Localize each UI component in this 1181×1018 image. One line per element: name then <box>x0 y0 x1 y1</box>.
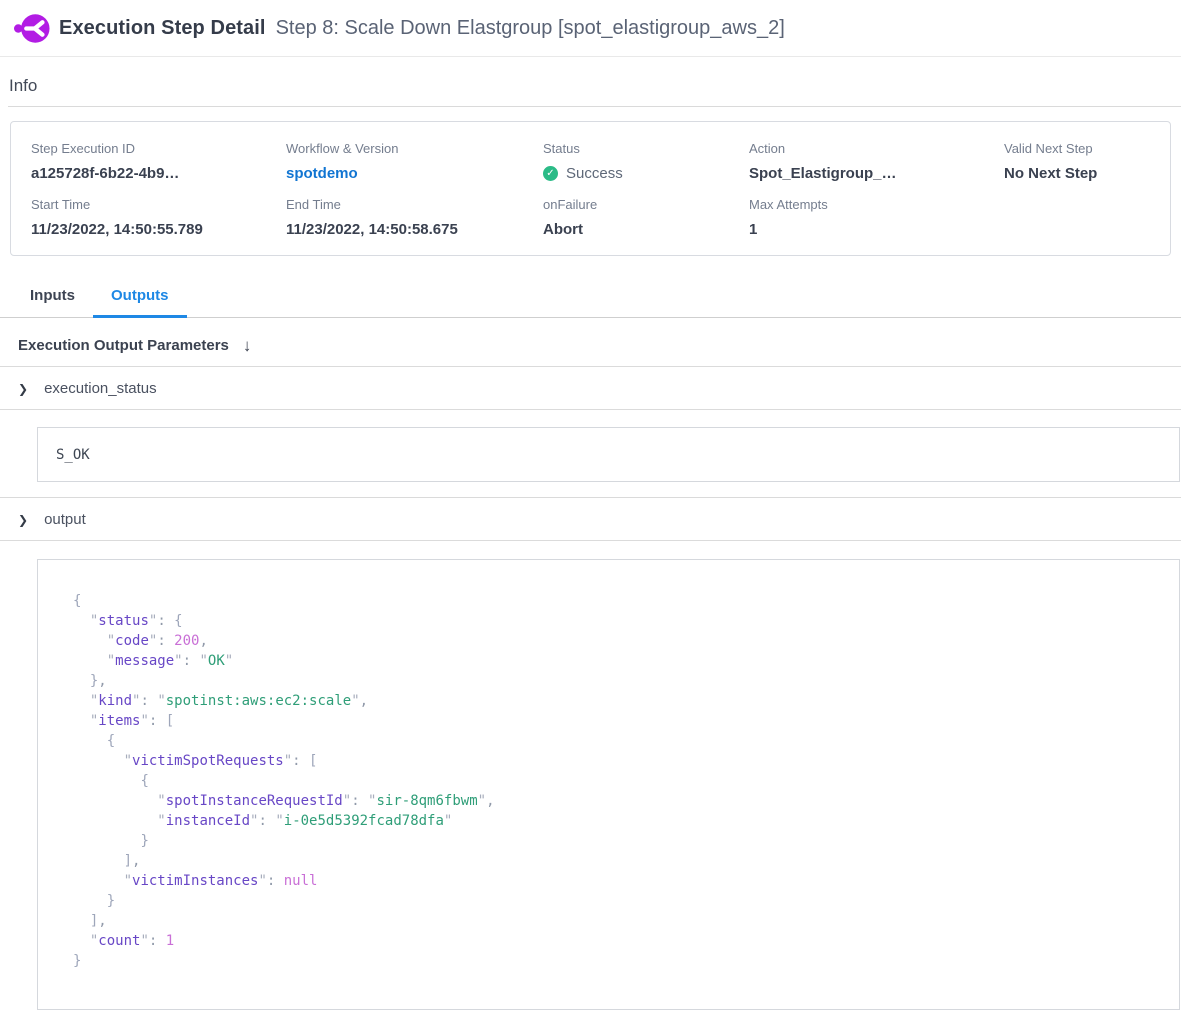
field-label: Start Time <box>31 197 286 212</box>
execution-status-value-box: S_OK <box>37 427 1180 482</box>
output-json-box: { "status": { "code": 200, "message": "O… <box>37 559 1180 1010</box>
field-value: 11/23/2022, 14:50:55.789 <box>31 221 286 238</box>
field-value: No Next Step <box>1004 165 1150 182</box>
field-value: Spot_Elastigroup_… <box>749 165 1004 182</box>
info-field-action: Action Spot_Elastigroup_… <box>749 141 1004 182</box>
info-field-valid-next-step: Valid Next Step No Next Step <box>1004 141 1150 182</box>
field-label: onFailure <box>543 197 749 212</box>
field-label: Valid Next Step <box>1004 141 1150 156</box>
info-field-onfailure: onFailure Abort <box>543 197 749 238</box>
workflow-link[interactable]: spotdemo <box>286 165 543 182</box>
page-subtitle: Step 8: Scale Down Elastgroup [spot_elas… <box>276 17 785 40</box>
tab-outputs[interactable]: Outputs <box>93 277 187 318</box>
field-value: Abort <box>543 221 749 238</box>
param-name: execution_status <box>44 380 157 397</box>
execution-status-value: S_OK <box>56 447 90 463</box>
expander-output[interactable]: ❯ output <box>0 498 1181 541</box>
info-field-end-time: End Time 11/23/2022, 14:50:58.675 <box>286 197 543 238</box>
info-field-empty <box>1004 197 1150 238</box>
field-value: a125728f-6b22-4b9… <box>31 165 286 182</box>
info-card: Step Execution ID a125728f-6b22-4b9… Wor… <box>10 121 1171 256</box>
execution-output-parameters-title: Execution Output Parameters <box>18 337 229 354</box>
output-json-viewer: { "status": { "code": 200, "message": "O… <box>73 591 1169 971</box>
field-value: 11/23/2022, 14:50:58.675 <box>286 221 543 238</box>
chevron-right-icon: ❯ <box>18 382 28 396</box>
field-label: Status <box>543 141 749 156</box>
download-icon[interactable]: ↓ <box>243 337 252 354</box>
field-label: Workflow & Version <box>286 141 543 156</box>
info-field-start-time: Start Time 11/23/2022, 14:50:55.789 <box>31 197 286 238</box>
tab-inputs[interactable]: Inputs <box>12 277 93 318</box>
status-text: Success <box>566 165 623 182</box>
tabs-bar: Inputs Outputs <box>0 277 1181 318</box>
success-check-icon: ✓ <box>543 166 558 181</box>
info-field-status: Status ✓ Success <box>543 141 749 182</box>
field-label: Max Attempts <box>749 197 1004 212</box>
param-name: output <box>44 511 86 528</box>
page-header: Execution Step Detail Step 8: Scale Down… <box>0 0 1181 57</box>
info-field-max-attempts: Max Attempts 1 <box>749 197 1004 238</box>
spot-logo-icon <box>14 13 50 44</box>
info-field-workflow-version: Workflow & Version spotdemo <box>286 141 543 182</box>
chevron-right-icon: ❯ <box>18 513 28 527</box>
page-title: Execution Step Detail <box>59 17 266 40</box>
execution-output-parameters-header: Execution Output Parameters ↓ <box>0 318 1181 367</box>
field-label: Action <box>749 141 1004 156</box>
info-section-title: Info <box>9 76 1181 96</box>
field-label: End Time <box>286 197 543 212</box>
info-field-step-execution-id: Step Execution ID a125728f-6b22-4b9… <box>31 141 286 182</box>
expander-execution-status[interactable]: ❯ execution_status <box>0 367 1181 410</box>
status-badge: ✓ Success <box>543 165 749 182</box>
field-label: Step Execution ID <box>31 141 286 156</box>
info-divider <box>8 106 1181 107</box>
field-value: 1 <box>749 221 1004 238</box>
